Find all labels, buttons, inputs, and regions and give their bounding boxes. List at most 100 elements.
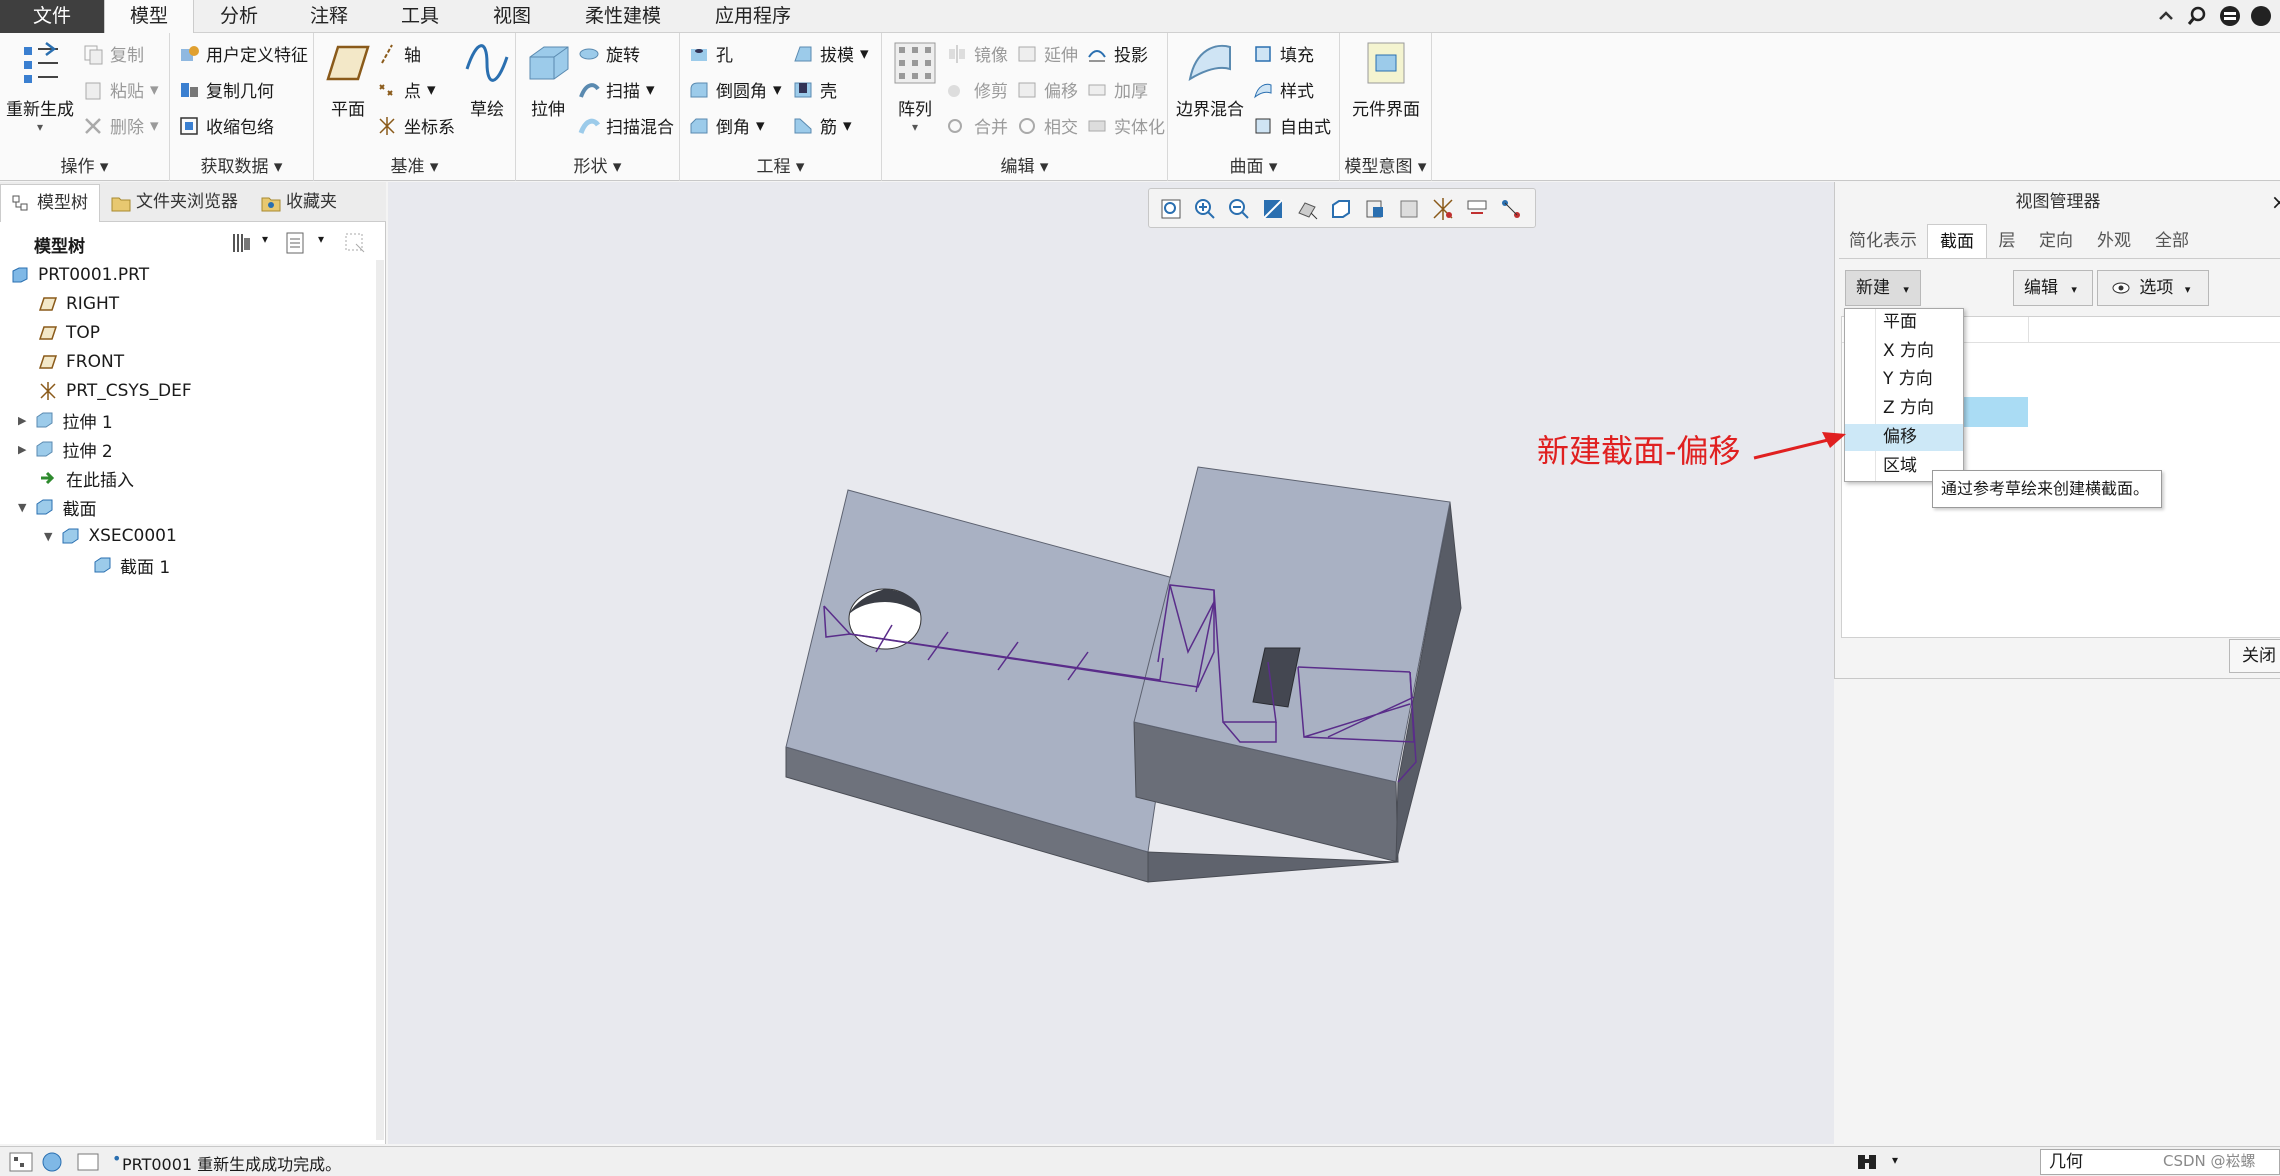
component-interface-button[interactable]: 元件界面 [1346,39,1426,120]
options-button[interactable]: 选项 ▾ [2097,270,2209,306]
saved-orientations-icon[interactable] [1329,197,1353,221]
tree-settings-icon[interactable] [228,230,254,256]
thicken-button[interactable]: 加厚 [1086,77,1148,102]
pattern-button[interactable]: 阵列 ▾ [886,39,944,134]
datum-axis-button[interactable]: 轴 [376,41,421,66]
tab-favorites[interactable]: 收藏夹 [250,184,350,222]
tab-folder-browser[interactable]: 文件夹浏览器 [100,184,250,222]
draft-button[interactable]: 拔模 ▾ [792,41,869,66]
tree-item-front[interactable]: FRONT [38,350,124,374]
fill-button[interactable]: 填充 [1252,41,1314,66]
expand-arrow-icon[interactable]: ▶ [18,414,26,427]
tree-item-right[interactable]: RIGHT [38,292,119,316]
delete-button[interactable]: 删除 ▾ [82,113,159,138]
rib-button[interactable]: 筋 ▾ [792,113,852,138]
edit-button[interactable]: 编辑 ▾ [2013,270,2093,306]
freestyle-button[interactable]: 自由式 [1252,113,1331,138]
repaint-icon[interactable] [1261,197,1285,221]
regenerate-button[interactable]: 重新生成 ▾ [4,39,76,134]
search-icon[interactable] [2186,5,2208,27]
hole-button[interactable]: 孔 [688,41,733,66]
tab-analysis[interactable]: 分析 [194,0,284,33]
chamfer-button[interactable]: 倒角 ▾ [688,113,765,138]
copy-geometry-button[interactable]: 复制几何 [178,77,274,102]
offset-button[interactable]: 偏移 [1016,77,1078,102]
menu-item-x-direction[interactable]: X 方向 [1845,338,1963,365]
tree-item-section-1[interactable]: 截面 1 [92,553,170,578]
tree-item-part[interactable]: PRT0001.PRT [10,263,149,287]
shrinkwrap-button[interactable]: 收缩包络 [178,113,274,138]
tab-flexible-modeling[interactable]: 柔性建模 [558,0,688,33]
swept-blend-button[interactable]: 扫描混合 [578,113,674,138]
copy-button[interactable]: 复制 [82,41,144,66]
menu-item-planar[interactable]: 平面 [1845,309,1963,336]
tab-view[interactable]: 视图 [466,0,558,33]
collapse-arrow-icon[interactable]: ▼ [44,530,52,543]
shell-button[interactable]: 壳 [792,77,837,102]
tree-filter-icon[interactable] [342,230,370,256]
tab-model[interactable]: 模型 [104,0,194,34]
find-dropdown-icon[interactable]: ▾ [1892,1153,1898,1167]
merge-button[interactable]: 合并 [946,113,1008,138]
group-label[interactable]: 工程 ▾ [680,152,881,177]
group-label[interactable]: 基准 ▾ [314,152,515,177]
tab-layers[interactable]: 层 [1987,224,2027,258]
close-button[interactable]: 关闭 [2229,639,2280,673]
extend-button[interactable]: 延伸 [1016,41,1078,66]
refit-icon[interactable] [1159,197,1183,221]
datum-display-icon[interactable] [1431,197,1455,221]
browser-toggle-icon[interactable] [40,1151,64,1173]
tab-all[interactable]: 全部 [2143,224,2201,258]
datum-point-button[interactable]: 点 ▾ [376,77,436,102]
sweep-button[interactable]: 扫描 ▾ [578,77,655,102]
annotation-display-icon[interactable] [1465,197,1489,221]
tab-file[interactable]: 文件 [0,0,104,33]
round-button[interactable]: 倒圆角 ▾ [688,77,782,102]
view-manager-icon[interactable] [1363,197,1387,221]
close-dialog-icon[interactable]: × [2271,190,2280,214]
tab-appearance[interactable]: 外观 [2085,224,2143,258]
udf-button[interactable]: 用户定义特征 [178,41,308,66]
minimize-ribbon-icon[interactable] [2156,6,2176,26]
sketch-button[interactable]: 草绘 [460,39,514,120]
datum-csys-button[interactable]: 坐标系 [376,113,455,138]
tree-toggle-icon[interactable] [8,1151,34,1173]
tree-item-xsec0001[interactable]: ▼ XSEC0001 [44,524,177,548]
group-label[interactable]: 编辑 ▾ [882,152,1167,177]
tab-tools[interactable]: 工具 [374,0,466,33]
tree-item-top[interactable]: TOP [38,321,100,345]
tree-item-extrude-1[interactable]: ▶ 拉伸 1 [18,408,113,433]
collapse-arrow-icon[interactable]: ▼ [18,501,26,514]
solidify-button[interactable]: 实体化 [1086,113,1165,138]
help-icon[interactable] [2250,5,2272,27]
group-label[interactable]: 模型意图 ▾ [1340,152,1431,177]
graphics-viewport[interactable] [388,182,1834,1144]
tab-annotate[interactable]: 注释 [284,0,374,33]
tree-settings-dropdown[interactable]: ▾ [262,232,268,246]
boundary-blend-button[interactable]: 边界混合 [1174,39,1246,120]
new-section-button[interactable]: 新建 ▾ [1845,270,1921,306]
group-label[interactable]: 操作 ▾ [0,152,169,177]
tab-simplified-rep[interactable]: 简化表示 [1839,224,1927,258]
tree-item-csys[interactable]: PRT_CSYS_DEF [38,379,192,403]
display-style-icon[interactable] [1295,197,1319,221]
tab-orient[interactable]: 定向 [2027,224,2085,258]
menu-item-offset[interactable]: 偏移 [1845,424,1963,451]
spin-center-icon[interactable] [1499,197,1523,221]
paste-button[interactable]: 粘贴 ▾ [82,77,159,102]
find-icon[interactable] [1854,1151,1880,1173]
group-label[interactable]: 形状 ▾ [516,152,679,177]
perspective-icon[interactable] [1397,197,1421,221]
tree-item-sections[interactable]: ▼ 截面 [18,495,96,520]
zoom-in-icon[interactable] [1193,197,1217,221]
revolve-button[interactable]: 旋转 [578,41,640,66]
trim-button[interactable]: 修剪 [946,77,1008,102]
group-label[interactable]: 曲面 ▾ [1168,152,1339,177]
zoom-out-icon[interactable] [1227,197,1251,221]
extrude-button[interactable]: 拉伸 [520,39,576,120]
mirror-button[interactable]: 镜像 [946,41,1008,66]
group-label[interactable]: 获取数据 ▾ [170,152,313,177]
tree-item-extrude-2[interactable]: ▶ 拉伸 2 [18,437,113,462]
datum-plane-button[interactable]: 平面 [320,39,376,120]
menu-item-z-direction[interactable]: Z 方向 [1845,395,1963,422]
